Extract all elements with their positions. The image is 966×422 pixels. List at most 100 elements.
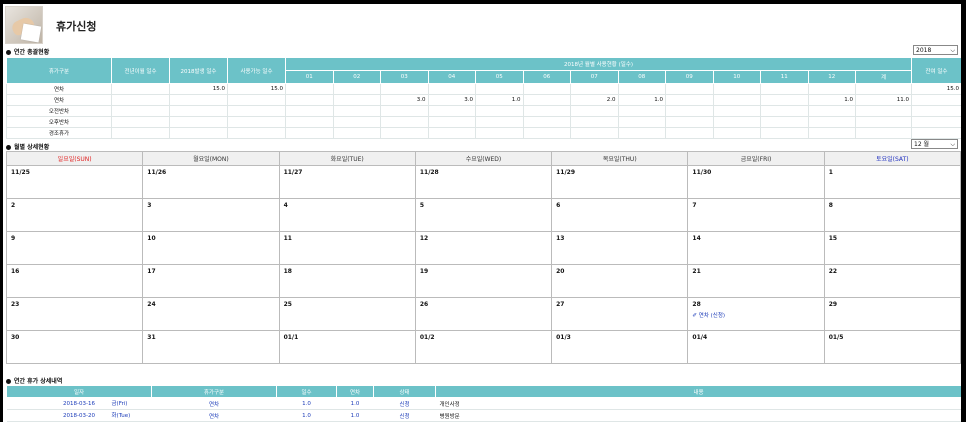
- calendar-day[interactable]: 11/25: [5, 165, 144, 199]
- calendar-day[interactable]: 4: [278, 198, 416, 232]
- calendar-day[interactable]: 11/27: [278, 165, 416, 199]
- col-month: 07: [570, 70, 619, 84]
- leave-type-label: 오전반차: [6, 105, 112, 117]
- summary-row: 오후반차: [6, 116, 961, 128]
- calendar-week: 23 24 25 26 27 28 ✐ 연차 (신청) 29: [5, 297, 961, 331]
- calendar-day[interactable]: 23: [5, 297, 144, 331]
- annual-cell: 1.0: [336, 409, 374, 422]
- day-number: 01/1: [283, 334, 299, 341]
- summary-cell: [111, 83, 170, 95]
- calendar-day[interactable]: 11: [278, 231, 416, 265]
- calendar-day[interactable]: 27: [551, 297, 689, 331]
- calendar-day[interactable]: 15: [823, 231, 961, 265]
- summary-section-title: 연간 총괄현황: [6, 47, 49, 56]
- day-number: 11/30: [692, 169, 712, 176]
- calendar-day[interactable]: 11/26: [142, 165, 280, 199]
- chevron-down-icon: ⌵: [950, 141, 955, 148]
- day-number: 11/29: [556, 169, 576, 176]
- month-select[interactable]: 12 월 ⌵: [911, 139, 958, 149]
- day-number: 15: [828, 235, 838, 242]
- calendar-day[interactable]: 01/4: [687, 330, 825, 364]
- calendar-day[interactable]: 16: [5, 264, 144, 298]
- calendar-day[interactable]: 21: [687, 264, 825, 298]
- month-usage-cell: [617, 127, 666, 139]
- calendar-day[interactable]: 6: [551, 198, 689, 232]
- summary-cell: [227, 105, 286, 117]
- month-usage-cell: [617, 105, 666, 117]
- calendar-day[interactable]: 29: [823, 297, 961, 331]
- day-number: 01/5: [828, 334, 844, 341]
- calendar-day[interactable]: 25: [278, 297, 416, 331]
- calendar-day[interactable]: 28 ✐ 연차 (신청): [687, 297, 825, 331]
- monthly-section-title: 월별 상세현황: [6, 142, 49, 151]
- calendar-day[interactable]: 13: [551, 231, 689, 265]
- calendar-day[interactable]: 11/28: [414, 165, 553, 199]
- month-usage-cell: 2.0: [570, 94, 619, 106]
- remaining-cell: 15.0: [911, 83, 961, 95]
- calendar-day[interactable]: 1: [823, 165, 961, 199]
- calendar-day[interactable]: 19: [414, 264, 553, 298]
- year-select[interactable]: 2018 ⌵: [913, 45, 958, 55]
- calendar-day[interactable]: 5: [414, 198, 553, 232]
- month-usage-cell: [380, 83, 429, 95]
- month-usage-cell: [427, 116, 476, 128]
- calendar-day[interactable]: 10: [142, 231, 280, 265]
- day-number: 11/28: [419, 169, 439, 176]
- summary-cell: [111, 105, 170, 117]
- month-usage-cell: [712, 116, 761, 128]
- month-usage-cell: [332, 127, 381, 139]
- calendar-day[interactable]: 11/30: [687, 165, 825, 199]
- calendar-day[interactable]: 30: [5, 330, 144, 364]
- month-usage-cell: [522, 94, 571, 106]
- calendar-day[interactable]: 31: [142, 330, 280, 364]
- calendar-day[interactable]: 7: [687, 198, 825, 232]
- annual-cell: 1.0: [336, 397, 374, 410]
- month-usage-cell: [760, 94, 809, 106]
- leave-type-label: 경조휴가: [6, 127, 112, 139]
- calendar-day[interactable]: 18: [278, 264, 416, 298]
- day-number: 14: [692, 235, 701, 242]
- calendar-day[interactable]: 3: [142, 198, 280, 232]
- calendar-day[interactable]: 01/1: [278, 330, 416, 364]
- calendar-day[interactable]: 8: [823, 198, 961, 232]
- calendar-day[interactable]: 24: [142, 297, 280, 331]
- leave-type-label: 연차: [6, 94, 112, 106]
- date-value: 2018-03-20: [63, 412, 95, 419]
- month-usage-cell: 3.0: [427, 94, 476, 106]
- month-usage-cell: [712, 83, 761, 95]
- leave-photo-logo: [5, 6, 43, 44]
- calendar-day[interactable]: 26: [414, 297, 553, 331]
- month-usage-cell: [617, 83, 666, 95]
- calendar-day[interactable]: 22: [823, 264, 961, 298]
- calendar-day[interactable]: 12: [414, 231, 553, 265]
- leave-event[interactable]: ✐ 연차 (신청): [692, 311, 819, 319]
- detail-row[interactable]: 2018-03-20 화(Tue) 연차 1.0 1.0 신청 병원방문: [6, 409, 961, 422]
- col-issued: 2018발생 일수: [169, 57, 228, 84]
- day-number: 1: [828, 169, 833, 176]
- calendar-day[interactable]: 01/2: [414, 330, 553, 364]
- month-usage-cell: [332, 105, 381, 117]
- calendar-day[interactable]: 01/5: [823, 330, 961, 364]
- month-usage-cell: [807, 127, 856, 139]
- bullet-icon: [6, 379, 11, 384]
- day-number: 13: [556, 235, 565, 242]
- calendar-day[interactable]: 17: [142, 264, 280, 298]
- month-usage-cell: 1.0: [475, 94, 524, 106]
- month-usage-cell: [665, 94, 714, 106]
- day-number: 01/4: [692, 334, 708, 341]
- calendar-week: 9 10 11 12 13 14 15: [5, 231, 961, 265]
- calendar-day[interactable]: 20: [551, 264, 689, 298]
- calendar-day[interactable]: 2: [5, 198, 144, 232]
- calendar-day[interactable]: 14: [687, 231, 825, 265]
- day-number: 22: [828, 268, 838, 275]
- col-remaining: 잔여 일수: [911, 57, 961, 84]
- calendar-day[interactable]: 9: [5, 231, 144, 265]
- detail-row[interactable]: 2018-03-16 금(Fri) 연차 1.0 1.0 신청 개인사정: [6, 397, 961, 410]
- month-usage-cell: [380, 105, 429, 117]
- calendar-day[interactable]: 01/3: [551, 330, 689, 364]
- month-usage-cell: [475, 105, 524, 117]
- month-usage-cell: [285, 94, 334, 106]
- month-usage-cell: [760, 116, 809, 128]
- calendar-day[interactable]: 11/29: [551, 165, 689, 199]
- summary-cell: [227, 94, 286, 106]
